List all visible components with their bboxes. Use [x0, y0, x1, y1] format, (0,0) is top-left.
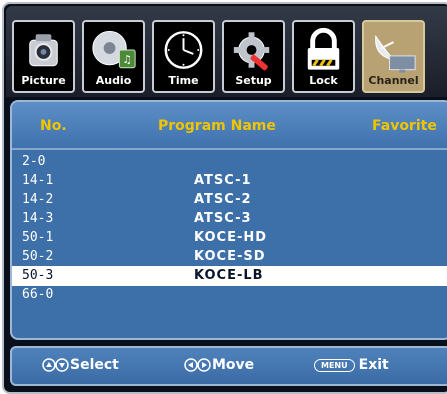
column-header-no: No.: [40, 118, 67, 134]
select-label: Select: [70, 357, 119, 373]
channel-number: 2-0: [22, 154, 46, 169]
channel-row-selected[interactable]: 50-3 KOCE-LB: [12, 266, 447, 286]
program-name: ATSC-2: [194, 192, 252, 207]
channel-row[interactable]: 14-3 ATSC-3: [12, 209, 447, 229]
tab-label: Channel: [368, 74, 419, 87]
channel-number: 14-2: [22, 192, 54, 207]
menu-bar: Picture ♫ Audio Time Setup Lock Channel: [6, 6, 447, 97]
tab-label: Audio: [95, 74, 132, 87]
channel-row[interactable]: 14-1 ATSC-1: [12, 171, 447, 191]
program-name: KOCE-LB: [194, 268, 264, 283]
tab-label: Picture: [21, 74, 66, 87]
tab-channel[interactable]: Channel: [362, 20, 425, 93]
column-header-program-name: Program Name: [158, 118, 276, 134]
svg-text:♫: ♫: [122, 53, 132, 66]
channel-row[interactable]: 66-0: [12, 285, 447, 305]
clock-icon: [164, 31, 203, 69]
tab-setup[interactable]: Setup: [222, 20, 285, 93]
program-name: KOCE-HD: [194, 230, 268, 245]
table-header: No. Program Name Favorite: [12, 102, 447, 150]
channel-row[interactable]: 50-1 KOCE-HD: [12, 228, 447, 248]
lock-icon: [307, 27, 340, 70]
channel-row[interactable]: 2-0: [12, 152, 447, 172]
satellite-dish-icon: [375, 34, 416, 73]
move-hint: Move: [184, 357, 254, 373]
tab-label: Setup: [235, 74, 272, 87]
speaker-disc-icon: ♫: [92, 30, 136, 69]
channel-number: 50-3: [22, 268, 54, 283]
exit-hint: MENU Exit: [314, 357, 389, 373]
key-hint-bar: Select Move MENU Exit: [10, 346, 447, 386]
menu-key-icon: MENU: [314, 358, 355, 372]
channel-number: 50-2: [22, 249, 54, 264]
tab-label: Lock: [309, 74, 338, 87]
up-down-arrows-icon: [42, 358, 69, 372]
program-name: ATSC-3: [194, 211, 252, 226]
select-hint: Select: [42, 357, 119, 373]
channel-number: 50-1: [22, 230, 54, 245]
channel-number: 14-1: [22, 173, 54, 188]
channel-row[interactable]: 50-2 KOCE-SD: [12, 247, 447, 267]
tab-label: Time: [168, 74, 199, 87]
program-name: KOCE-SD: [194, 249, 266, 264]
channel-row[interactable]: 14-2 ATSC-2: [12, 190, 447, 210]
program-name: ATSC-1: [194, 173, 252, 188]
channel-list-panel: No. Program Name Favorite 2-0 14-1 ATSC-…: [10, 100, 447, 340]
tab-picture[interactable]: Picture: [12, 20, 75, 93]
tab-lock[interactable]: Lock: [292, 20, 355, 93]
exit-label: Exit: [358, 357, 389, 373]
tab-audio[interactable]: ♫ Audio: [82, 20, 145, 93]
camera-icon: [29, 34, 58, 67]
left-right-arrows-icon: [184, 358, 211, 372]
move-label: Move: [212, 357, 255, 373]
channel-number: 66-0: [22, 287, 54, 302]
column-header-favorite: Favorite: [372, 118, 437, 134]
tab-time[interactable]: Time: [152, 20, 215, 93]
channel-number: 14-3: [22, 211, 54, 226]
gear-wrench-icon: [233, 32, 270, 71]
